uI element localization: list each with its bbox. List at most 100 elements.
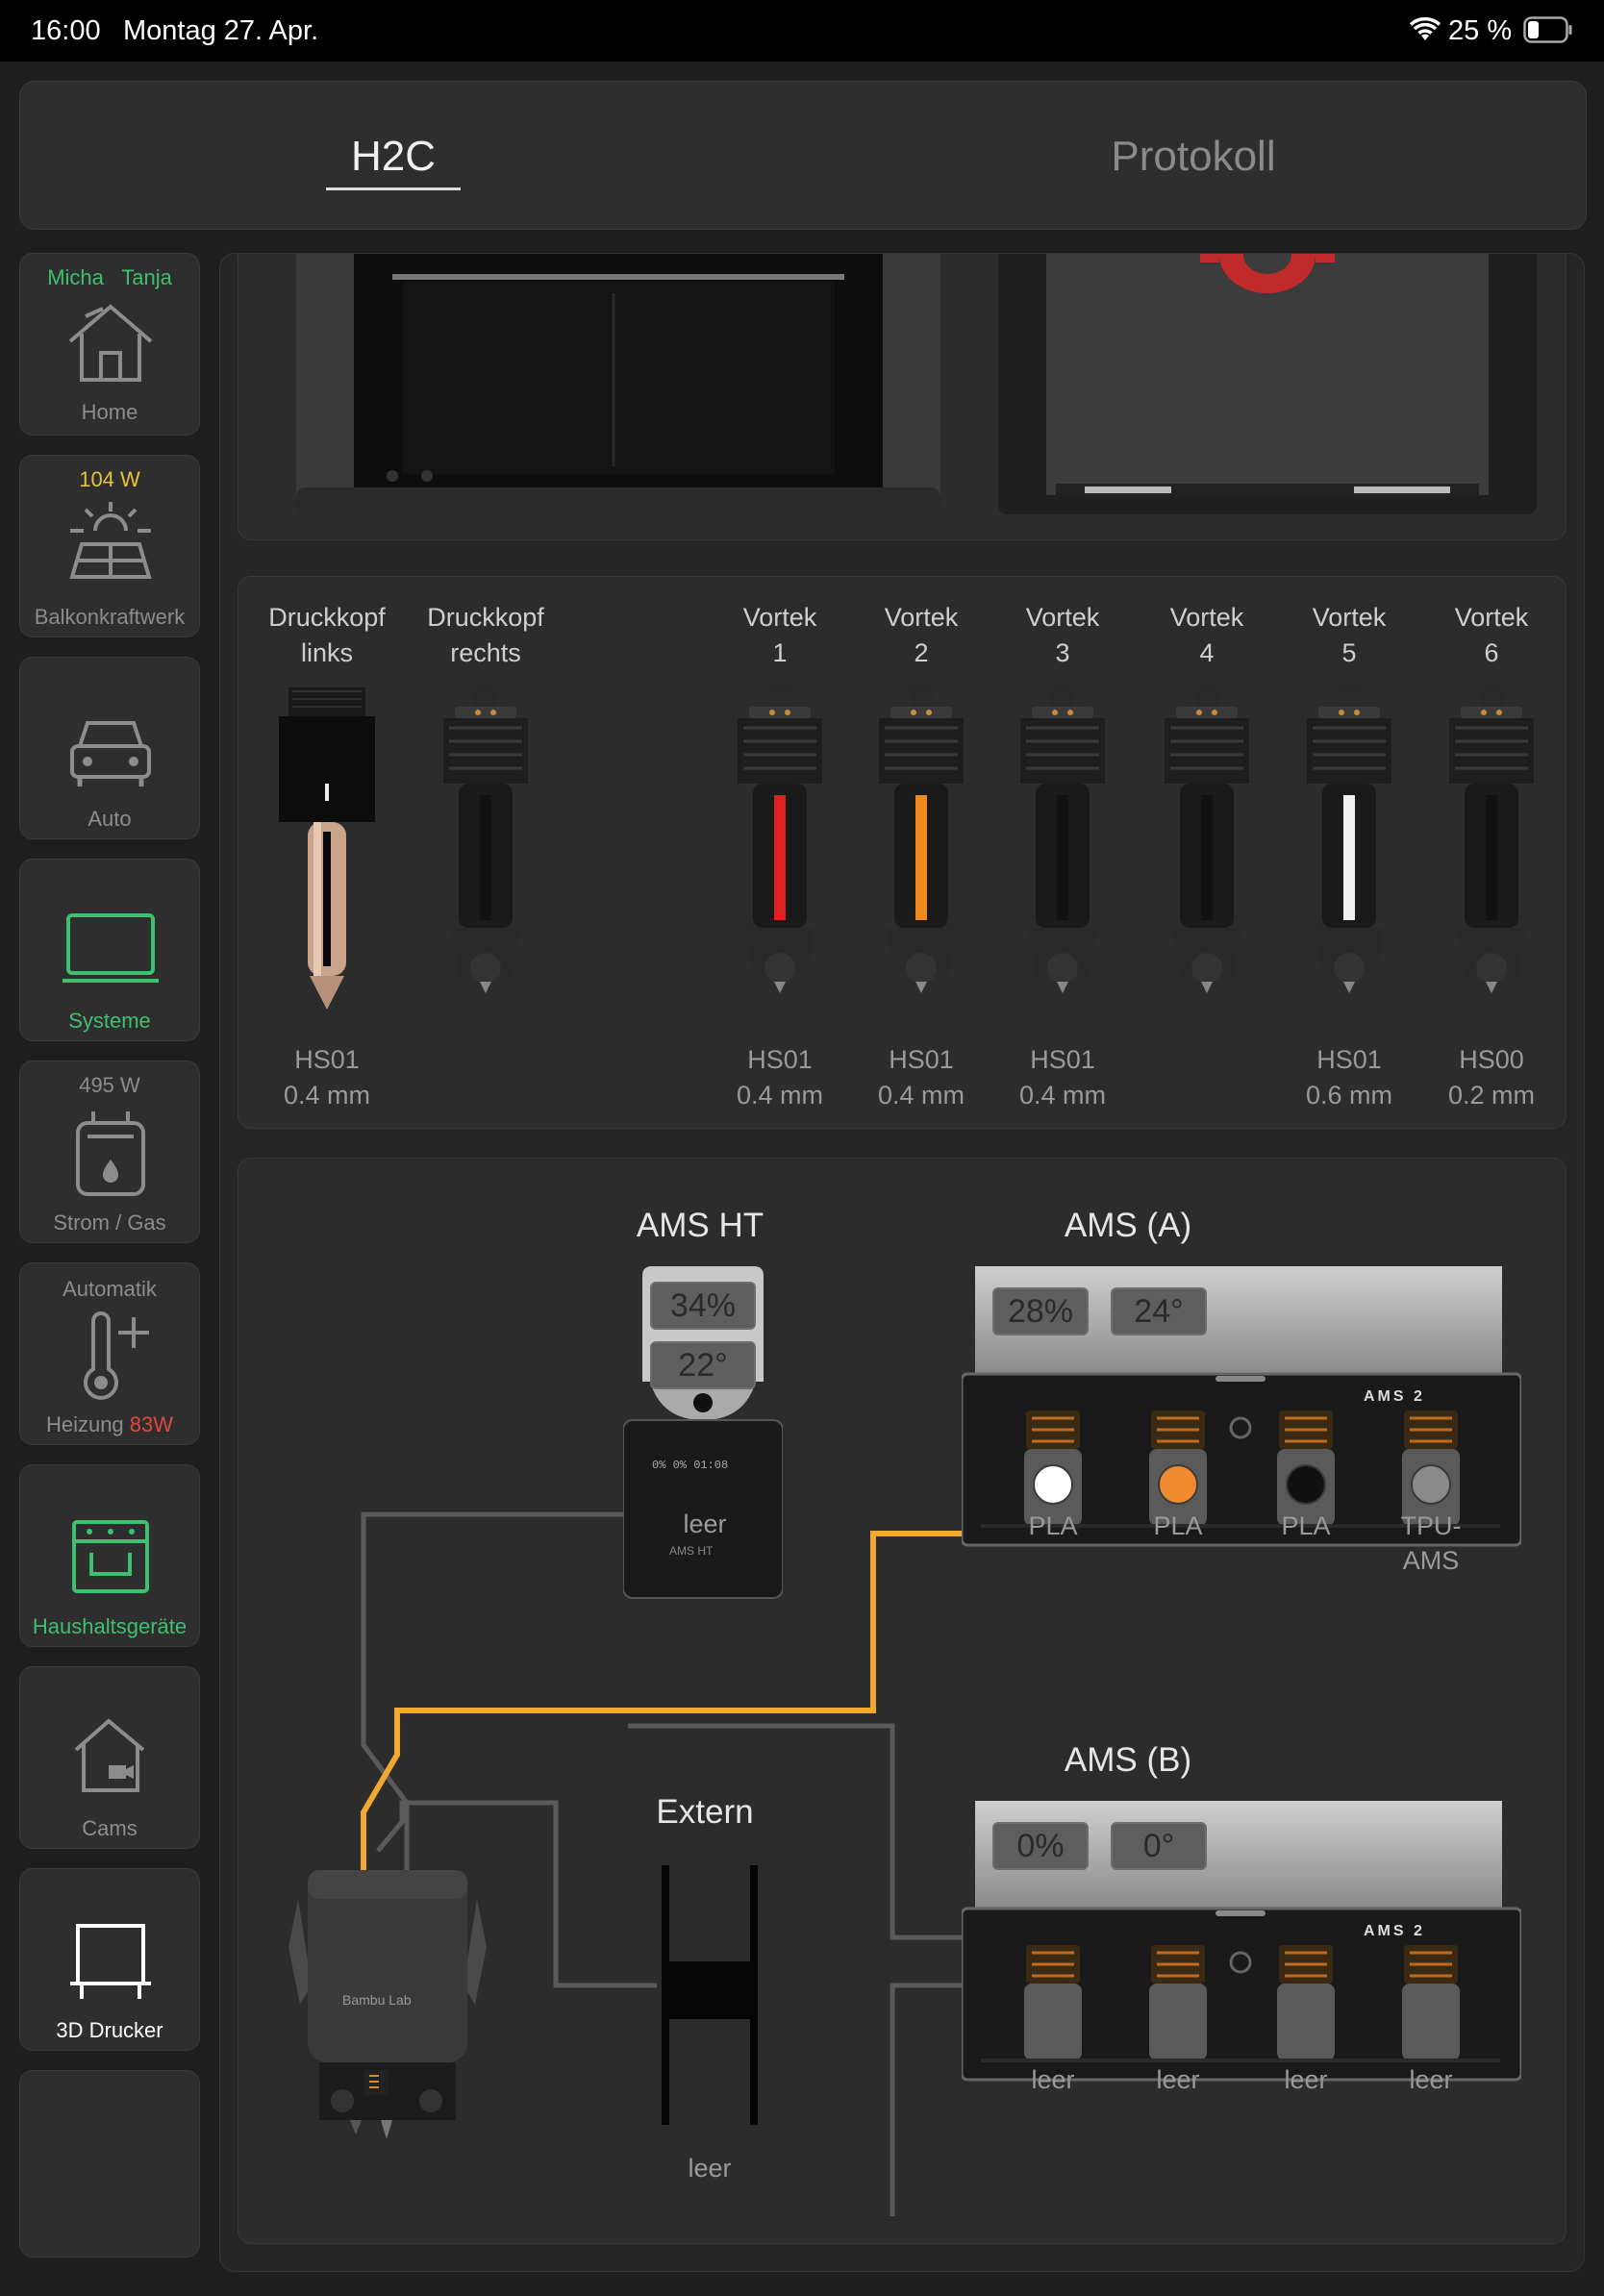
ams-b-slot-label[interactable]: leer: [1248, 2062, 1364, 2097]
hotend-copper-icon[interactable]: [279, 687, 375, 1034]
nozzle-spec: HS01 0.6 mm: [1272, 1042, 1426, 1113]
nozzle-type: HS01: [294, 1045, 360, 1074]
wifi-icon: [1409, 16, 1441, 50]
heizung-mode: Automatik: [63, 1277, 157, 1301]
nozzle-title: Vortek 5: [1272, 600, 1426, 671]
laptop-icon: [63, 913, 159, 983]
svg-text:0% 0% 01:08: 0% 0% 01:08: [652, 1459, 728, 1472]
ams-ht-title: AMS HT: [636, 1207, 764, 1244]
sidebar-item-systeme[interactable]: Systeme: [19, 859, 200, 1041]
sidebar-item-haushaltsgeraete[interactable]: Haushaltsgeräte: [19, 1464, 200, 1647]
nozzle-title-line1: Druckkopf: [427, 603, 544, 632]
ams-a-slot-label[interactable]: TPU- AMS: [1373, 1509, 1489, 1578]
nozzle-icon[interactable]: [1015, 687, 1111, 1034]
svg-text:AMS 2: AMS 2: [1364, 1923, 1425, 1939]
nozzle-title: Vortek 6: [1415, 600, 1568, 671]
main-content: Druckkopf links HS01 0.4 mm Druckkopf rechts V…: [219, 253, 1585, 2272]
nozzle-icon[interactable]: [438, 687, 534, 1034]
nozzle-icon[interactable]: [1443, 687, 1540, 1034]
extern-title: Extern: [656, 1793, 754, 1831]
ams-b-slot-label[interactable]: leer: [1373, 2062, 1489, 2097]
ams-ht-temperature: 22°: [650, 1341, 756, 1389]
home-camera-icon: [74, 1718, 145, 1792]
status-bar: 16:00 Montag 27. Apr. 25 %: [0, 0, 1604, 62]
sidebar-label-balkonkraftwerk: Balkonkraftwerk: [34, 605, 186, 629]
sidebar-item-home[interactable]: Micha Tanja Home: [19, 253, 200, 436]
sidebar-item-empty: [19, 2070, 200, 2258]
nozzle-type: HS01: [1030, 1045, 1095, 1074]
nozzle-type: HS00: [1459, 1045, 1524, 1074]
nozzle-title: Druckkopf rechts: [409, 600, 563, 671]
home-user-tanja: Tanja: [121, 265, 172, 289]
ams-a-slot-color-swatch[interactable]: [1286, 1464, 1326, 1505]
tab-h2c[interactable]: H2C: [309, 82, 478, 231]
nozzle-title: Vortek 2: [844, 600, 998, 671]
nozzle-title-line2: 5: [1341, 638, 1357, 667]
nozzle-title-line1: Vortek: [1312, 603, 1387, 632]
svg-text:AMS 2: AMS 2: [1364, 1388, 1425, 1405]
home-user-micha: Micha: [47, 265, 104, 289]
nozzles-panel: Druckkopf links HS01 0.4 mm Druckkopf rechts V…: [238, 576, 1566, 1129]
sidebar-item-balkonkraftwerk[interactable]: 104 W Balkonkraftwerk: [19, 455, 200, 637]
printer-camera-panel: [238, 254, 1566, 540]
sidebar-label-haushaltsgeraete: Haushaltsgeräte: [32, 1614, 188, 1638]
sidebar-label-auto: Auto: [88, 807, 132, 831]
tab-bar: H2C Protokoll: [19, 81, 1587, 230]
ams-a-slot-label[interactable]: PLA: [1120, 1509, 1236, 1543]
tab-protokoll[interactable]: Protokoll: [1059, 82, 1328, 231]
ams-b-humidity: 0%: [992, 1822, 1089, 1870]
sidebar-label-3d-drucker: 3D Drucker: [56, 2018, 163, 2042]
status-date: Montag 27. Apr.: [123, 15, 319, 46]
nozzle-spec: HS01 0.4 mm: [703, 1042, 857, 1113]
ams-ht-brand-text: AMS HT: [669, 1544, 714, 1558]
nozzle-type: HS01: [889, 1045, 954, 1074]
sidebar-item-auto[interactable]: Auto: [19, 657, 200, 839]
sidebar-item-cams[interactable]: Cams: [19, 1666, 200, 1849]
ams-a-slot-label[interactable]: PLA: [995, 1509, 1111, 1543]
toolhead-image: Bambu Lab: [288, 1870, 487, 2139]
nozzle-title-line1: Vortek: [1025, 603, 1100, 632]
ams-panel: AMS HT 0% 0% 01:08 AMS HT 34% 22° leer A…: [238, 1158, 1566, 2244]
ams-a-slot-color-swatch[interactable]: [1033, 1464, 1073, 1505]
extern-slot-label[interactable]: leer: [657, 2151, 763, 2185]
sidebar-item-3d-drucker[interactable]: 3D Drucker: [19, 1868, 200, 2051]
nozzle-size: 0.6 mm: [1305, 1081, 1393, 1110]
sidebar-item-strom-gas[interactable]: 495 W Strom / Gas: [19, 1061, 200, 1243]
ams-a-title: AMS (A): [1064, 1207, 1192, 1244]
print-bed-image: [998, 254, 1537, 514]
nozzle-spec: HS00 0.2 mm: [1415, 1042, 1568, 1113]
nozzle-icon[interactable]: [873, 687, 969, 1034]
home-icon: [68, 304, 153, 382]
nozzle-size: 0.4 mm: [877, 1081, 965, 1110]
nozzle-icon[interactable]: [1159, 687, 1255, 1034]
spool-icon: [662, 1865, 758, 2125]
nozzle-icon[interactable]: [732, 687, 828, 1034]
nozzle-size: 0.4 mm: [736, 1081, 824, 1110]
ams-b-temperature: 0°: [1111, 1822, 1207, 1870]
sidebar-label-cams: Cams: [82, 1816, 138, 1840]
nozzle-title: Vortek 1: [703, 600, 857, 671]
nozzle-title-line2: 4: [1199, 638, 1215, 667]
nozzle-type: HS01: [1316, 1045, 1382, 1074]
ams-ht-slot-label[interactable]: leer: [652, 1507, 758, 1541]
nozzle-icon[interactable]: [1301, 687, 1397, 1034]
sidebar-label-heizung: Heizung: [45, 1412, 124, 1436]
strom-power-value: 495 W: [79, 1073, 140, 1097]
sidebar-label-systeme: Systeme: [68, 1009, 151, 1033]
car-icon: [70, 721, 151, 786]
nozzle-title-line2: 6: [1484, 638, 1499, 667]
nozzle-title-line1: Vortek: [884, 603, 959, 632]
sidebar-item-heizung[interactable]: Automatik Heizung 83W: [19, 1262, 200, 1445]
nozzle-size: 0.4 mm: [283, 1081, 371, 1110]
appliance-icon: [72, 1520, 149, 1593]
heizung-power-value: 83W: [129, 1412, 174, 1436]
ams-b-slot-label[interactable]: leer: [1120, 2062, 1236, 2097]
ams-a-slot-color-swatch[interactable]: [1411, 1464, 1451, 1505]
ams-a-slot-label[interactable]: PLA: [1248, 1509, 1364, 1543]
nozzle-spec: HS01 0.4 mm: [844, 1042, 998, 1113]
ams-a-humidity: 28%: [992, 1287, 1089, 1335]
balkon-power-value: 104 W: [79, 467, 140, 491]
ams-a-slot-color-swatch[interactable]: [1158, 1464, 1198, 1505]
ams-b-slot-label[interactable]: leer: [995, 2062, 1111, 2097]
nozzle-title-line1: Vortek: [1169, 603, 1244, 632]
